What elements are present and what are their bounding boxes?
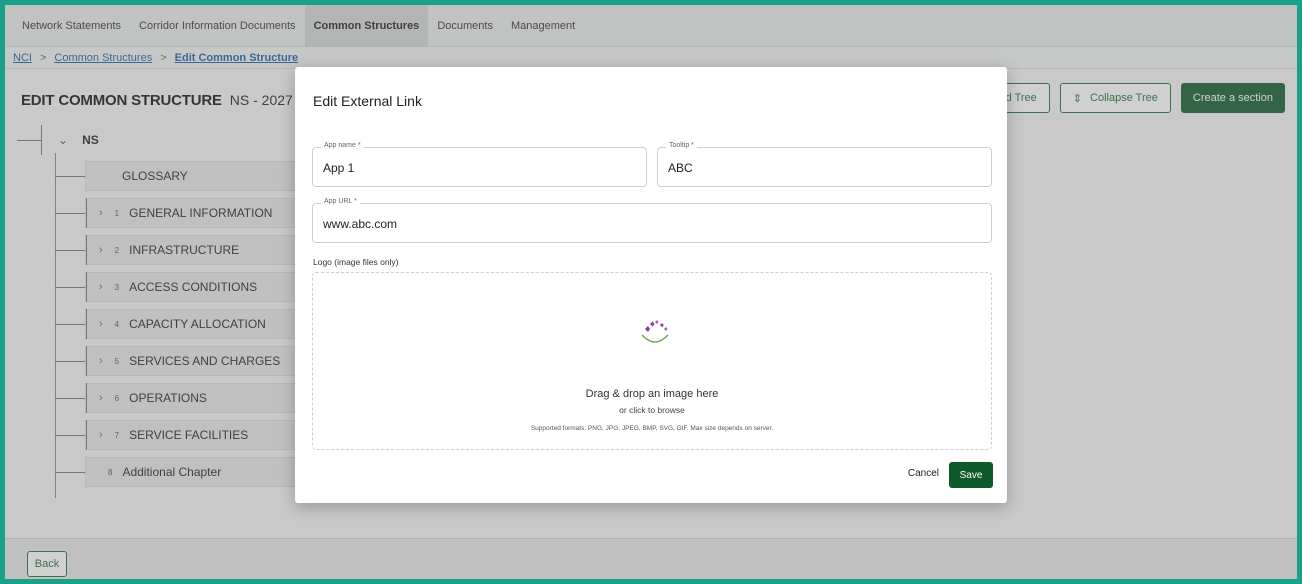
upload-logo-icon [641,320,669,343]
app-url-input[interactable] [323,217,934,231]
dropzone-sub-text: or click to browse [619,405,685,415]
save-button[interactable]: Save [949,462,993,488]
app-name-field: App name * [312,142,647,187]
dropzone-formats-text: Supported formats: PNG, JPG, JPEG, BMP, … [530,425,774,432]
app-url-field: App URL * [312,198,992,243]
logo-label: Logo (image files only) [313,257,399,267]
app-url-label: App URL * [321,198,360,205]
app-name-label: App name * [321,142,364,149]
logo-dropzone[interactable]: Drag & drop an image here or click to br… [312,272,992,450]
app-frame: Network Statements Corridor Information … [5,5,1297,579]
edit-external-link-dialog: Edit External Link App name * Tooltip * … [295,67,1007,503]
cancel-button[interactable]: Cancel [908,468,939,479]
dropzone-main-text: Drag & drop an image here [585,388,719,400]
dialog-title: Edit External Link [313,93,422,109]
tooltip-label: Tooltip * [666,142,697,149]
tooltip-input[interactable] [668,161,968,175]
tooltip-field: Tooltip * [657,142,992,187]
app-name-input[interactable] [323,161,623,175]
